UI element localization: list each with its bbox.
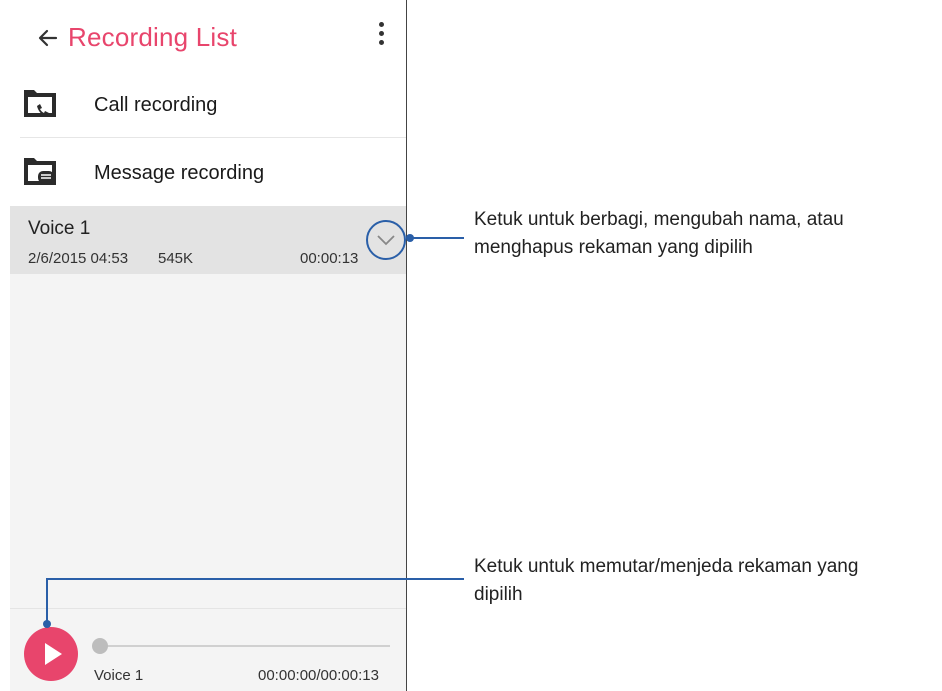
callout-text-line: Ketuk untuk berbagi, mengubah nama, atau xyxy=(474,209,844,230)
callout-line xyxy=(410,237,464,239)
list-item[interactable]: Voice 1 2/6/2015 04:53 545K 00:00:13 xyxy=(10,206,406,274)
recording-duration: 00:00:13 xyxy=(300,250,359,267)
folder-label: Call recording xyxy=(94,94,218,116)
more-vert-icon[interactable] xyxy=(374,22,388,54)
divider xyxy=(20,137,406,138)
callout-line xyxy=(46,578,48,624)
arrow-left-icon[interactable] xyxy=(34,24,62,52)
expand-button[interactable] xyxy=(366,220,406,260)
play-icon xyxy=(45,643,62,665)
progress-thumb[interactable] xyxy=(92,638,108,654)
folder-label: Message recording xyxy=(94,162,265,184)
callout-expand: Ketuk untuk berbagi, mengubah nama, atau… xyxy=(474,206,844,262)
chevron-down-icon xyxy=(377,235,395,246)
play-button[interactable] xyxy=(24,627,78,681)
callout-line xyxy=(46,578,464,580)
recording-size: 545K xyxy=(158,250,194,267)
folder-message-recording[interactable]: Message recording xyxy=(10,140,406,208)
progress-track[interactable] xyxy=(96,645,390,647)
page-title: Recording List xyxy=(68,22,237,52)
recording-date: 2/6/2015 04:53 xyxy=(28,250,129,267)
recording-list: Voice 1 2/6/2015 04:53 545K 00:00:13 xyxy=(10,206,406,608)
call-folder-icon xyxy=(24,90,56,117)
callout-play: Ketuk untuk memutar/menjeda rekaman yang… xyxy=(474,553,858,609)
message-folder-icon xyxy=(24,158,56,185)
phone-screen: Recording List Call recording Message re… xyxy=(10,0,407,691)
app-bar: Recording List xyxy=(10,0,406,76)
player-bar: Voice 1 00:00:00/00:00:13 xyxy=(10,608,406,691)
player-recording-name: Voice 1 xyxy=(94,667,144,684)
callout-text-line: dipilih xyxy=(474,584,523,605)
callout-text-line: Ketuk untuk memutar/menjeda rekaman yang xyxy=(474,556,859,577)
player-time: 00:00:00/00:00:13 xyxy=(258,667,379,684)
folder-call-recording[interactable]: Call recording xyxy=(10,72,406,140)
callout-text-line: menghapus rekaman yang dipilih xyxy=(474,237,753,258)
recording-name: Voice 1 xyxy=(28,218,91,239)
